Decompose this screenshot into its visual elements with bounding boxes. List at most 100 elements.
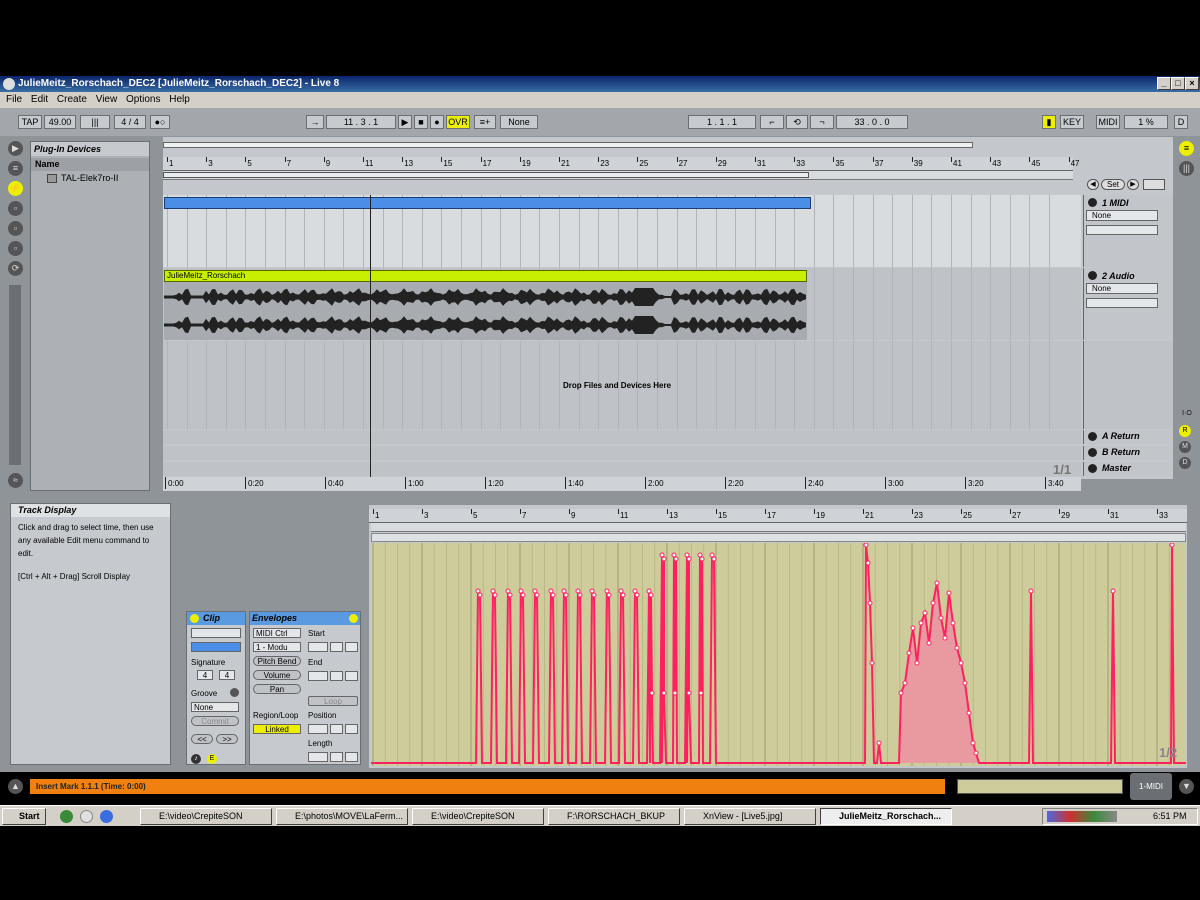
envelope-breakpoint[interactable] [686, 556, 692, 562]
envelope-breakpoint[interactable] [697, 552, 703, 558]
position-beat-field[interactable] [330, 724, 343, 734]
envelope-breakpoint[interactable] [686, 690, 692, 696]
prev-locator-icon[interactable]: ◀ [1087, 179, 1099, 190]
start-bar-field[interactable] [308, 642, 328, 652]
loop-region[interactable] [163, 172, 809, 178]
audio-clip-header[interactable]: JulieMeitz_Rorschach [164, 270, 807, 282]
track-name[interactable]: 2 Audio [1102, 271, 1135, 281]
pan-button[interactable]: Pan [253, 684, 301, 694]
io-toggle[interactable]: I·O [1180, 410, 1194, 417]
pitch-bend-button[interactable]: Pitch Bend [253, 656, 301, 666]
position-bar-field[interactable] [308, 724, 328, 734]
browser-4-icon[interactable]: ▫ [8, 241, 23, 256]
envelope-breakpoint[interactable] [604, 588, 610, 594]
envelope-breakpoint[interactable] [898, 690, 904, 696]
envelope-breakpoint[interactable] [867, 600, 873, 606]
menu-edit[interactable]: Edit [31, 94, 48, 105]
envelope-breakpoint[interactable] [954, 645, 960, 651]
menu-help[interactable]: Help [169, 94, 190, 105]
set-locator-button[interactable]: Set [1101, 179, 1125, 190]
follow-icon[interactable]: → [306, 115, 324, 129]
envelope-breakpoint[interactable] [518, 588, 524, 594]
clip-name-field[interactable] [191, 628, 241, 638]
chrome-icon[interactable] [60, 810, 73, 823]
envelope-breakpoint[interactable] [973, 750, 979, 756]
up-arrow-icon[interactable]: ▲ [8, 779, 23, 794]
punch-out-icon[interactable]: ¬ [810, 115, 834, 129]
maximize-button[interactable]: □ [1171, 77, 1185, 90]
start-sixteenth-field[interactable] [345, 642, 358, 652]
return-toggle-icon[interactable]: R [1179, 425, 1191, 437]
fold-arrow-icon[interactable] [1088, 271, 1097, 280]
metronome-icon[interactable]: ●○ [150, 115, 170, 129]
envelope-breakpoint[interactable] [914, 660, 920, 666]
browser-3-icon[interactable]: ▫ [8, 221, 23, 236]
envelope-breakpoint[interactable] [698, 690, 704, 696]
arrangement-view-icon[interactable]: ||| [1179, 161, 1194, 176]
envelope-breakpoint[interactable] [550, 592, 556, 598]
file-browser-icon[interactable]: ≡ [8, 161, 23, 176]
envelope-breakpoint[interactable] [532, 588, 538, 594]
taskbar-item[interactable]: E:\photos\MOVE\LaFerm... [276, 808, 408, 825]
delay-toggle-icon[interactable]: D [1179, 457, 1191, 469]
envelope-breakpoint[interactable] [534, 592, 540, 598]
envelope-breakpoint[interactable] [577, 592, 583, 598]
envelope-device-select[interactable]: MIDI Ctrl [253, 628, 301, 638]
clip-activator-icon[interactable] [190, 614, 199, 623]
browser-scrollbar[interactable] [9, 285, 21, 465]
envelope-breakpoint[interactable] [942, 635, 948, 641]
ie-icon[interactable] [100, 810, 113, 823]
envelope-breakpoint[interactable] [1028, 588, 1034, 594]
linked-button[interactable]: Linked [253, 724, 301, 734]
view-toggle-icon[interactable]: ≈ [8, 473, 23, 488]
envelope-breakpoint[interactable] [711, 556, 717, 562]
midi-map-button[interactable]: MIDI [1096, 115, 1120, 129]
envelope-breakpoint[interactable] [648, 592, 654, 598]
envelope-breakpoint[interactable] [1169, 542, 1175, 548]
track-input-select[interactable]: None [1086, 210, 1158, 221]
menu-options[interactable]: Options [126, 94, 160, 105]
envelope-expand-icon[interactable] [349, 614, 358, 623]
track-header-master[interactable]: Master [1083, 462, 1173, 476]
envelope-breakpoint[interactable] [520, 592, 526, 598]
track-device-box[interactable] [1086, 298, 1158, 308]
envelope-breakpoint[interactable] [906, 650, 912, 656]
envelope-breakpoint[interactable] [950, 620, 956, 626]
envelope-breakpoint[interactable] [661, 690, 667, 696]
envelope-breakpoint[interactable] [962, 680, 968, 686]
length-sixteenth-field[interactable] [345, 752, 358, 762]
fold-arrow-icon[interactable] [1088, 432, 1097, 441]
envelope-breakpoint[interactable] [475, 588, 481, 594]
envelope-breakpoint[interactable] [507, 592, 513, 598]
loop-start-field[interactable]: 1 . 1 . 1 [688, 115, 756, 129]
computer-midi-keyboard-icon[interactable]: ▮ [1042, 115, 1056, 129]
master-lane[interactable]: 1/1 [163, 462, 1081, 477]
envelope-breakpoint[interactable] [563, 592, 569, 598]
return-a-lane[interactable] [163, 430, 1081, 444]
minimize-button[interactable]: _ [1157, 77, 1171, 90]
envelope-breakpoint[interactable] [659, 552, 665, 558]
record-icon[interactable]: ● [430, 115, 444, 129]
fold-icon[interactable] [1143, 179, 1165, 190]
track-name[interactable]: A Return [1102, 431, 1140, 441]
stop-icon[interactable]: ■ [414, 115, 428, 129]
time-signature-field[interactable]: 4 / 4 [114, 115, 146, 129]
envelope-breakpoint[interactable] [966, 710, 972, 716]
envelope-breakpoint[interactable] [490, 588, 496, 594]
taskbar-item-active[interactable]: JulieMeitz_Rorschach... [820, 808, 952, 825]
position-sixteenth-field[interactable] [345, 724, 358, 734]
envelope-breakpoint[interactable] [492, 592, 498, 598]
modulation-envelope[interactable] [371, 542, 1186, 766]
start-beat-field[interactable] [330, 642, 343, 652]
track-header-midi[interactable]: 1 MIDI None [1083, 195, 1173, 267]
envelope-breakpoint[interactable] [709, 552, 715, 558]
return-b-lane[interactable] [163, 446, 1081, 460]
start-button[interactable]: Start [2, 808, 46, 825]
taskbar-item[interactable]: E:\video\CrepiteSON [140, 808, 272, 825]
browser-toggle-icon[interactable]: ▶ [8, 141, 23, 156]
tempo-field[interactable]: 49.00 [44, 115, 76, 129]
track-device-box[interactable] [1086, 225, 1158, 235]
fold-arrow-icon[interactable] [1088, 198, 1097, 207]
time-ruler[interactable]: 0:00 0:20 0:40 1:00 1:20 1:40 2:00 2:20 2:40 3:00… [163, 477, 1081, 491]
envelope-breakpoint[interactable] [672, 690, 678, 696]
